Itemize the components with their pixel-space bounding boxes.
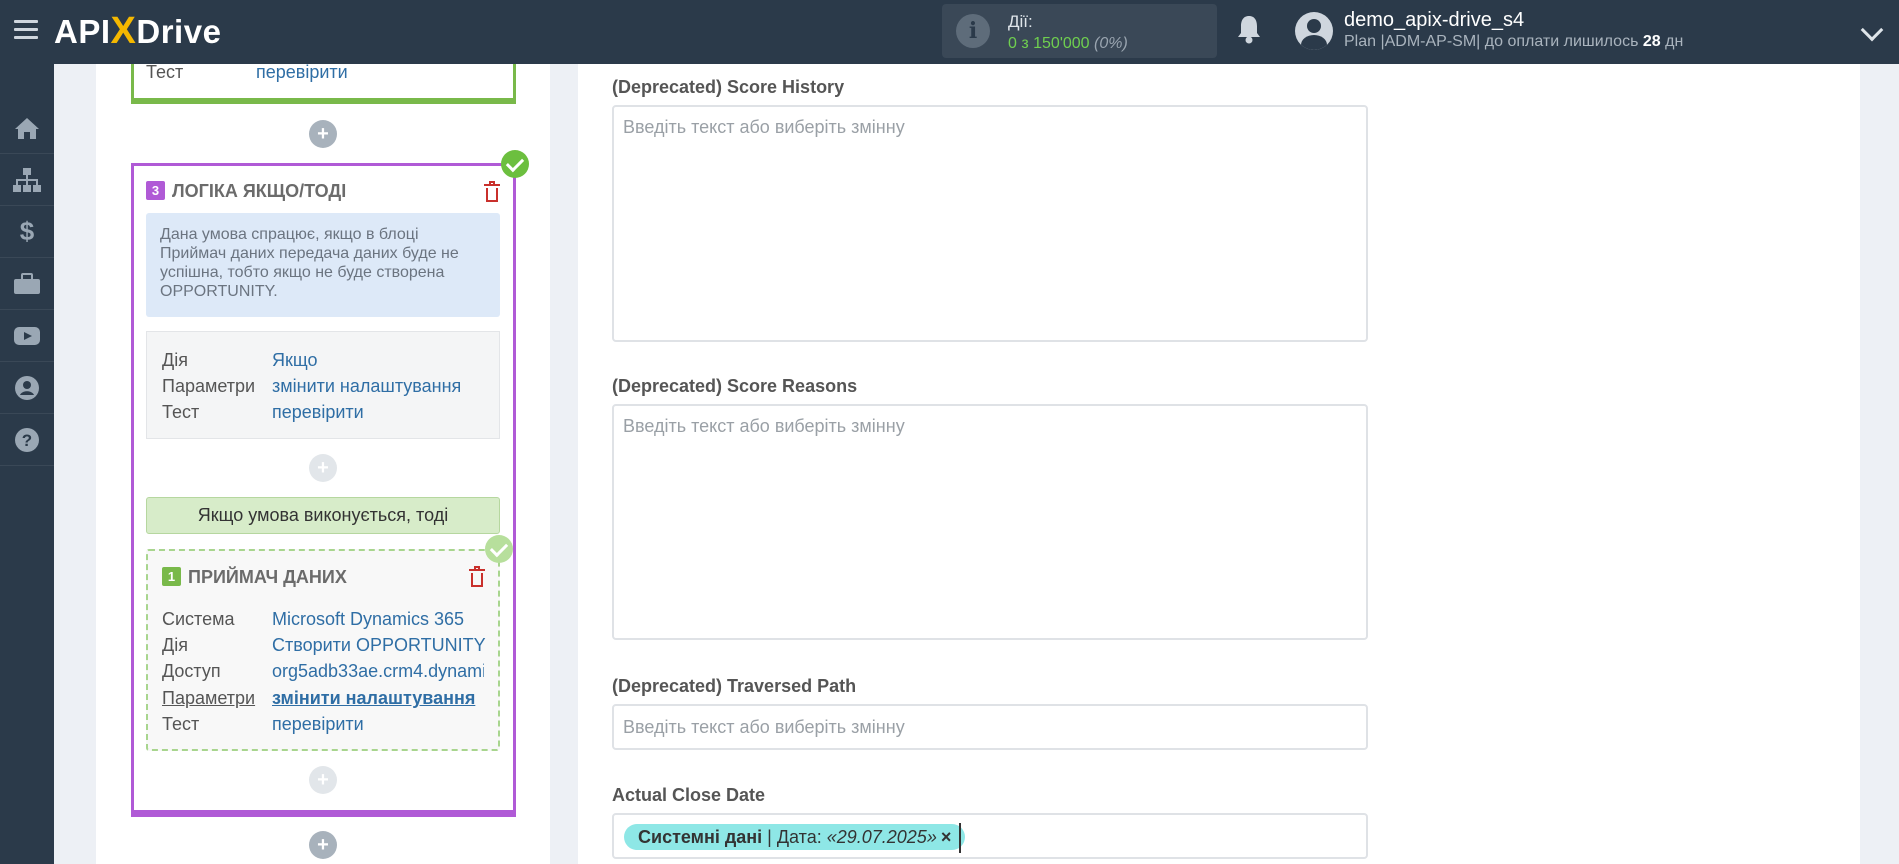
test-link[interactable]: перевірити	[256, 62, 348, 83]
logo-text-drive: Drive	[136, 13, 222, 50]
actions-counter[interactable]: i Дії: 0 з 150'000 (0%)	[942, 4, 1217, 58]
close-icon[interactable]: ×	[941, 827, 952, 847]
check-icon	[501, 150, 529, 178]
field-label-score-reasons: (Deprecated) Score Reasons	[612, 376, 858, 396]
add-block-button[interactable]: +	[309, 766, 337, 794]
briefcase-icon[interactable]	[0, 258, 54, 310]
add-block-button[interactable]: +	[309, 454, 337, 482]
condition-info: Дана умова спрацює, якщо в блоці Приймач…	[146, 213, 500, 317]
menu-icon[interactable]	[14, 20, 38, 40]
add-block-button[interactable]: +	[309, 120, 337, 148]
row-key-access: Доступ	[162, 661, 221, 681]
chevron-down-icon[interactable]	[1860, 18, 1884, 42]
receiver-block-title-text: ПРИЙМАЧ ДАНИХ	[188, 567, 347, 587]
user-plan: Plan |ADM-AP-SM| до оплати лишилось 28 д…	[1344, 33, 1683, 51]
home-icon[interactable]	[0, 102, 54, 154]
variable-tag[interactable]: Системні дані | Дата: «29.07.2025» ×	[624, 824, 966, 850]
row-key-test: Тест	[162, 714, 200, 734]
add-block-button[interactable]: +	[309, 831, 337, 859]
score-reasons-field[interactable]: Введіть текст або виберіть змінну	[612, 404, 1368, 640]
row-key-action: Дія	[162, 350, 188, 370]
row-key-test: Тест	[146, 62, 184, 82]
logic-block-title-text: ЛОГІКА ЯКЩО/ТОДІ	[172, 181, 347, 201]
trash-icon[interactable]	[484, 181, 500, 202]
top-header: APIXDrive i Дії: 0 з 150'000 (0%) demo_a…	[0, 0, 1899, 64]
actions-label: Дії:	[1008, 12, 1033, 31]
plan-text: Plan |ADM-AP-SM| до оплати лишилось	[1344, 33, 1639, 50]
avatar[interactable]	[1295, 12, 1333, 50]
system-value: Microsoft Dynamics 365	[272, 609, 465, 629]
action-value: Якщо	[272, 350, 318, 370]
text-cursor	[959, 823, 961, 853]
actions-value: 0 з 150'000 (0%)	[1008, 35, 1128, 53]
trash-icon[interactable]	[469, 566, 485, 587]
actions-percent: (0%)	[1094, 35, 1128, 52]
field-placeholder: Введіть текст або виберіть змінну	[623, 416, 905, 436]
dollar-icon[interactable]: $	[0, 206, 54, 258]
field-placeholder: Введіть текст або виберіть змінну	[623, 117, 905, 137]
check-icon	[485, 535, 513, 563]
traversed-path-field[interactable]: Введіть текст або виберіть змінну	[612, 704, 1368, 750]
field-label-traversed-path: (Deprecated) Traversed Path	[612, 676, 857, 696]
tag-separator: | Дата:	[762, 827, 827, 847]
row-key-action: Дія	[162, 635, 188, 655]
plan-days: 28	[1642, 33, 1661, 50]
logic-block-title: 3 ЛОГІКА ЯКЩО/ТОДІ	[146, 181, 346, 202]
access-value: org5adb33ae.crm4.dynami	[272, 661, 484, 681]
score-history-field[interactable]: Введіть текст або виберіть змінну	[612, 105, 1368, 342]
row-key-test: Тест	[162, 402, 200, 422]
receiver-block-title: 1 ПРИЙМАЧ ДАНИХ	[162, 567, 347, 588]
actions-count: 0 з 150'000	[1008, 35, 1090, 52]
youtube-icon[interactable]	[0, 310, 54, 362]
sidebar: $ ?	[0, 64, 54, 864]
logo-text-api: API	[54, 13, 111, 50]
block-number: 3	[146, 181, 165, 200]
user-icon[interactable]	[0, 362, 54, 414]
action-value: Створити OPPORTUNITY	[272, 635, 486, 655]
block-number: 1	[162, 567, 181, 586]
tag-value: «29.07.2025»	[826, 827, 937, 847]
apix-drive-logo[interactable]: APIXDrive	[54, 8, 221, 54]
logo-text-x: X	[110, 10, 137, 52]
user-name[interactable]: demo_apix-drive_s4	[1344, 9, 1524, 32]
row-key-params: Параметри	[162, 376, 256, 396]
field-placeholder: Введіть текст або виберіть змінну	[623, 717, 905, 737]
test-link[interactable]: перевірити	[272, 714, 364, 735]
condition-then-bar: Якщо умова виконується, тоді	[146, 497, 500, 534]
info-icon: i	[956, 14, 990, 48]
svg-text:?: ?	[22, 431, 32, 450]
field-label-actual-close-date: Actual Close Date	[612, 785, 766, 805]
test-link[interactable]: перевірити	[272, 402, 364, 423]
field-label-score-history: (Deprecated) Score History	[612, 77, 845, 97]
bell-icon[interactable]	[1236, 14, 1262, 44]
tag-source: Системні дані	[638, 827, 763, 847]
change-settings-link[interactable]: змінити налаштування	[272, 688, 475, 709]
row-key-params: Параметри	[162, 688, 256, 708]
change-settings-link[interactable]: змінити налаштування	[272, 376, 461, 397]
help-icon[interactable]: ?	[0, 414, 54, 466]
row-key-system: Система	[162, 609, 235, 629]
plan-days-unit: дн	[1665, 33, 1684, 50]
sitemap-icon[interactable]	[0, 154, 54, 206]
